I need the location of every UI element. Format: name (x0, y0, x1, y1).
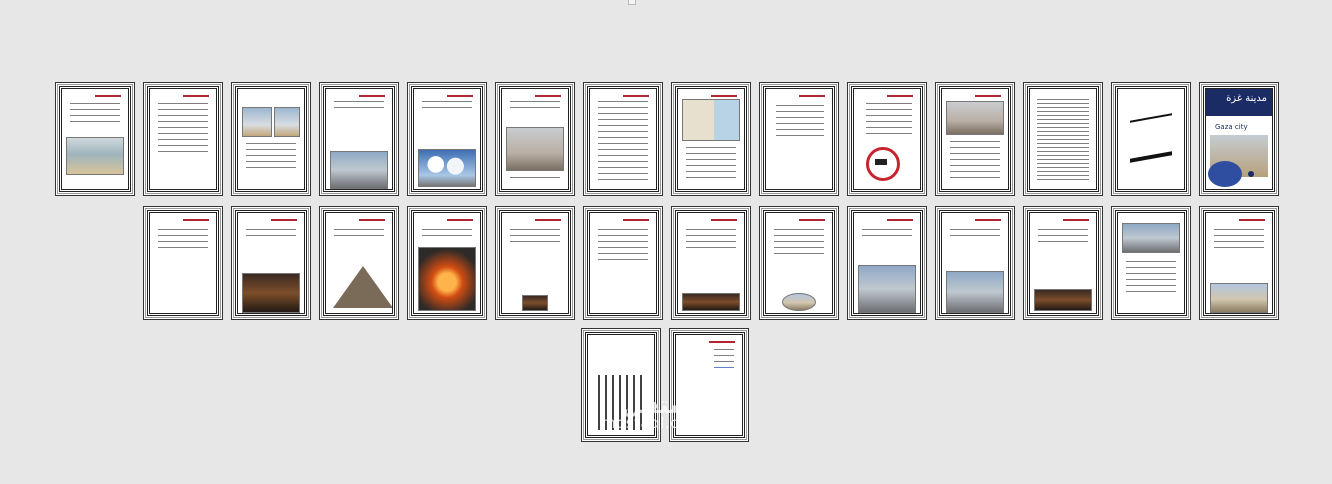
pyramid-image (333, 266, 392, 308)
page-image (946, 101, 1004, 135)
gaza-logo-icon (866, 147, 900, 181)
page-thumbnail-27[interactable] (145, 208, 221, 318)
page-image (946, 271, 1004, 313)
page-content (1203, 210, 1275, 316)
page-thumbnail-16[interactable] (1113, 208, 1189, 318)
page-content (675, 210, 747, 316)
page-thumbnail-24[interactable] (409, 208, 485, 318)
page-content (1027, 210, 1099, 316)
cover-title: مدينة غزة (1226, 93, 1267, 104)
page-thumbnail-22[interactable] (585, 208, 661, 318)
page-thumbnail-26[interactable] (233, 208, 309, 318)
page-content (59, 86, 131, 192)
page-image (242, 107, 272, 137)
page-thumbnail-8[interactable] (585, 84, 661, 194)
page-thumbnail-10[interactable] (409, 84, 485, 194)
page-thumbnail-2[interactable] (1113, 84, 1189, 194)
page-image (330, 151, 388, 189)
watermark-latin: mostaql.com (601, 414, 704, 432)
page-thumbnail-25[interactable] (321, 208, 397, 318)
page-content (675, 86, 747, 192)
page-content (235, 86, 307, 192)
page-thumbnail-17[interactable] (1025, 208, 1101, 318)
top-marker-icon (628, 0, 636, 5)
page-image (522, 295, 548, 311)
calligraphy-image (1130, 113, 1172, 163)
page-thumbnail-6[interactable] (761, 84, 837, 194)
page-content (1115, 86, 1187, 192)
page-content (499, 86, 571, 192)
cover-subtitle: Gaza city (1215, 123, 1248, 131)
page-image (418, 247, 476, 311)
page-thumbnail-13[interactable] (145, 84, 221, 194)
page-content (411, 86, 483, 192)
page-content (851, 210, 923, 316)
map-image (682, 99, 740, 141)
page-content (1115, 210, 1187, 316)
page-content (939, 86, 1011, 192)
page-image (66, 137, 124, 175)
page-image (418, 149, 476, 187)
page-image (274, 107, 300, 137)
page-thumbnail-cover[interactable]: مدينة غزة Gaza city (1201, 84, 1277, 194)
page-image (1210, 283, 1268, 313)
page-thumbnail-20[interactable] (761, 208, 837, 318)
page-content (323, 86, 395, 192)
page-image (506, 127, 564, 171)
page-content (411, 210, 483, 316)
cover-page: مدينة غزة Gaza city (1203, 86, 1275, 192)
page-thumbnail-9[interactable] (497, 84, 573, 194)
page-thumbnail-12[interactable] (233, 84, 309, 194)
page-content (1027, 86, 1099, 192)
page-image (682, 293, 740, 311)
cover-logo-circle (1208, 161, 1254, 187)
page-thumbnail-14[interactable] (57, 84, 133, 194)
page-image (858, 265, 916, 313)
page-image (1122, 223, 1180, 253)
thumbnail-row-1: مدينة غزة Gaza city (57, 84, 1277, 194)
page-content (323, 210, 395, 316)
page-thumbnail-7[interactable] (673, 84, 749, 194)
thumbnail-row-2 (145, 208, 1277, 318)
page-image (1034, 289, 1092, 311)
page-content (763, 210, 835, 316)
page-thumbnail-19[interactable] (849, 208, 925, 318)
page-thumbnail-3[interactable] (1025, 84, 1101, 194)
page-image (242, 273, 300, 313)
page-content (851, 86, 923, 192)
page-content (147, 86, 219, 192)
page-thumbnail-11[interactable] (321, 84, 397, 194)
page-content (939, 210, 1011, 316)
page-content (499, 210, 571, 316)
page-thumbnail-4[interactable] (937, 84, 1013, 194)
page-content (235, 210, 307, 316)
page-content (147, 210, 219, 316)
page-content (587, 210, 659, 316)
page-thumbnail-18[interactable] (937, 208, 1013, 318)
page-content (587, 86, 659, 192)
page-image (782, 293, 816, 311)
page-thumbnail-23[interactable] (497, 208, 573, 318)
page-content (763, 86, 835, 192)
page-thumbnail-15[interactable] (1201, 208, 1277, 318)
page-thumbnail-5[interactable] (849, 84, 925, 194)
page-thumbnail-21[interactable] (673, 208, 749, 318)
